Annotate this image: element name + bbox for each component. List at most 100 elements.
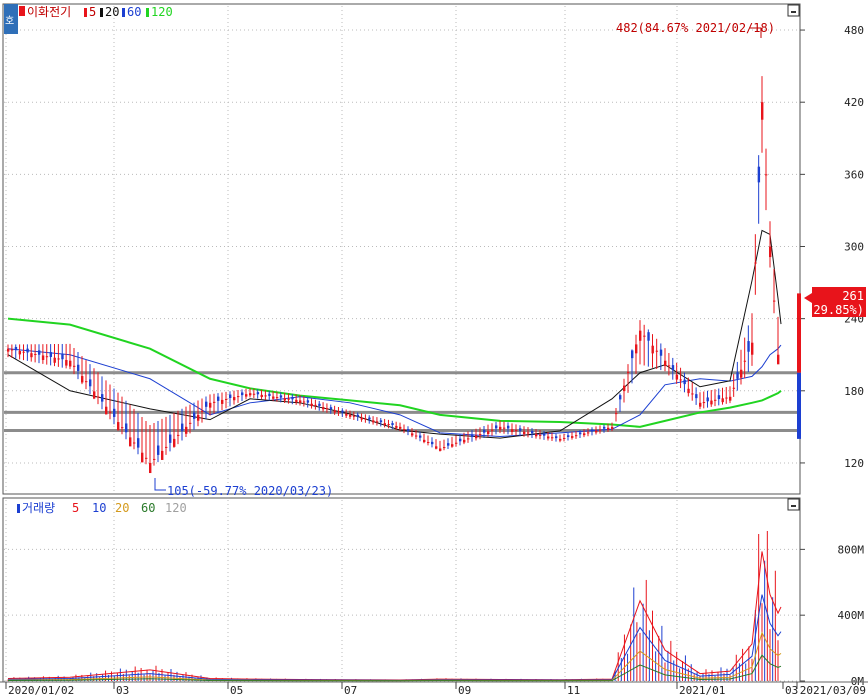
candle-body — [411, 433, 414, 436]
candle-body — [702, 402, 706, 404]
candle-body — [563, 437, 566, 439]
candle-body — [587, 432, 590, 434]
volume-axis: 0M400M800M — [800, 543, 864, 688]
candle-body — [165, 446, 168, 448]
x-tick-label: 05 — [230, 684, 243, 697]
candle-body — [555, 436, 558, 439]
legend-ma120-swatch — [146, 8, 149, 17]
candle-body — [773, 300, 776, 302]
legend-ma20-swatch — [100, 8, 103, 17]
candle-body — [599, 429, 602, 431]
candle-body — [571, 436, 574, 438]
candle-body — [503, 427, 506, 429]
candle-body — [45, 356, 49, 358]
candle-body — [687, 388, 690, 394]
candle-body — [706, 397, 709, 402]
candle-body — [491, 429, 494, 431]
candle-body — [157, 445, 160, 455]
candle-body — [272, 396, 275, 399]
candle-body — [49, 352, 53, 357]
vlegend-ma120: 120 — [165, 501, 187, 515]
vlegend-ma20: 20 — [115, 501, 129, 515]
current-price-change: ( 29.85%) — [799, 303, 864, 317]
current-price-marker: 261 ( 29.85%) — [799, 287, 866, 317]
candle-body — [579, 432, 582, 435]
candle-body — [41, 355, 45, 360]
candle-body — [547, 436, 550, 439]
candle-body — [97, 396, 100, 398]
candle-body — [647, 332, 650, 341]
candle-body — [30, 353, 33, 358]
side-range-bar — [797, 293, 801, 439]
candle-body — [419, 435, 422, 438]
candle-body — [217, 396, 220, 401]
candle-body — [754, 262, 757, 264]
candle-body — [225, 398, 228, 400]
candle-body — [769, 246, 772, 258]
candle-body — [635, 344, 638, 354]
candle-body — [451, 444, 454, 447]
candle-body — [105, 406, 108, 415]
candle-body — [10, 349, 14, 351]
vlegend-ma5: 5 — [72, 501, 79, 515]
candle-body — [483, 429, 486, 433]
volume-minimize-button[interactable] — [787, 498, 800, 511]
volume-panel-frame — [2, 497, 801, 683]
candle-body — [443, 447, 446, 449]
candle-body — [523, 431, 526, 435]
candle-body — [607, 427, 610, 430]
price-tick-label: 480 — [844, 24, 864, 37]
low-annotation: 105(-59.77% 2020/03/23) — [167, 484, 333, 498]
candle-body — [623, 385, 626, 392]
time-axis: 2020/01/02 03 05 07 09 11 2021/01 03 2021/03/09 — [0, 681, 868, 697]
candle-body — [431, 441, 434, 445]
candle-body — [415, 435, 418, 437]
candle-body — [189, 422, 192, 424]
vlegend-ma10: 10 — [92, 501, 106, 515]
candle-body — [61, 353, 64, 360]
candle-body — [679, 379, 682, 381]
candle-body — [747, 341, 750, 352]
candle-body — [149, 462, 152, 474]
candle-body — [177, 434, 180, 436]
candle-body — [145, 457, 148, 459]
candle-body — [18, 350, 22, 355]
candle-body — [777, 354, 780, 365]
candle-body — [372, 420, 375, 423]
candle-body — [387, 424, 390, 426]
candle-body — [699, 402, 702, 407]
candle-body — [531, 431, 534, 434]
candle-body — [595, 430, 598, 433]
candle-body — [264, 395, 267, 397]
candle-body — [499, 426, 502, 430]
candle-body — [399, 426, 402, 429]
candle-body — [761, 102, 764, 120]
candle-body — [93, 391, 96, 399]
candle-body — [467, 438, 470, 440]
candle-body — [683, 379, 686, 385]
candle-body — [591, 429, 594, 432]
candle-body — [360, 417, 363, 420]
volume-minimize-bar — [791, 505, 796, 507]
candle-body — [345, 413, 348, 416]
minimize-bar — [791, 11, 796, 13]
candle-body — [551, 437, 554, 439]
current-price-pointer — [804, 293, 812, 303]
candle-body — [527, 432, 530, 434]
candle-body — [427, 442, 430, 444]
candle-body — [237, 396, 240, 398]
candle-body — [38, 350, 41, 355]
candle-body — [659, 349, 663, 356]
price-tick-label: 120 — [844, 457, 864, 470]
candle-body — [643, 335, 646, 337]
volume-tick-label: 800M — [838, 543, 865, 556]
candle-body — [356, 414, 360, 417]
x-tick-label: 2020/01/02 — [8, 684, 74, 697]
candle-body — [383, 423, 387, 426]
candle-body — [717, 395, 721, 400]
candle-body — [495, 425, 498, 429]
candle-body — [583, 433, 586, 436]
minimize-button[interactable] — [787, 4, 800, 17]
candle-body — [743, 360, 747, 362]
candle-body — [757, 166, 761, 183]
